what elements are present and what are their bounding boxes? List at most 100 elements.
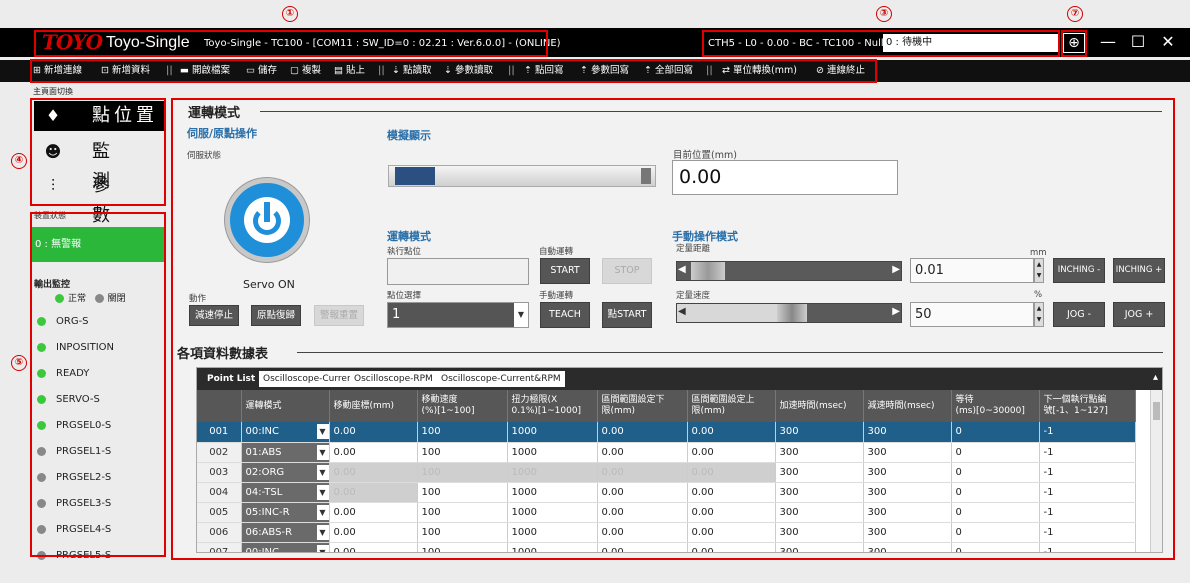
distance-slider[interactable]: ◀ ▶ — [676, 261, 902, 281]
table-cell[interactable]: -1 — [1039, 422, 1136, 443]
disconnect-button[interactable]: ⊘ 連線終止 — [816, 62, 865, 80]
column-header[interactable]: 區間範圍設定下 限(mm) — [597, 390, 688, 422]
table-row[interactable]: 006 06:ABS-R ▼ 0.00 100 1000 0.00 0.00 300 300 0 -1 — [197, 522, 1136, 543]
point-select-dropdown[interactable]: 1 ▼ — [387, 302, 529, 328]
speed-input[interactable]: 50 — [910, 302, 1034, 327]
mode-cell[interactable]: 02:ORG ▼ — [241, 462, 330, 483]
table-row[interactable]: 007 00:INC ▼ 0.00 100 1000 0.00 0.00 300 300 0 -1 — [197, 542, 1136, 552]
column-header[interactable]: 扭力極限(X 0.1%)[1~1000] — [507, 390, 598, 422]
table-cell[interactable]: 0 — [951, 422, 1040, 443]
table-cell[interactable]: 300 — [863, 462, 952, 483]
table-cell[interactable]: 300 — [775, 522, 864, 543]
table-cell[interactable]: 0.00 — [597, 522, 688, 543]
slider-thumb[interactable] — [777, 304, 807, 322]
nav-item-point-position[interactable]: ♦ 點位置 — [34, 101, 164, 131]
table-cell[interactable]: 300 — [775, 502, 864, 523]
table-cell[interactable]: 0.00 — [687, 482, 776, 503]
table-cell[interactable]: 1000 — [507, 482, 598, 503]
column-header[interactable]: 等待 (ms)[0~30000] — [951, 390, 1040, 422]
home-return-button[interactable]: 原點復歸 — [251, 305, 301, 326]
point-start-button[interactable]: 點START — [602, 302, 652, 328]
mode-cell[interactable]: 00:INC ▼ — [241, 542, 330, 552]
save-button[interactable]: ▭ 儲存 — [246, 62, 277, 80]
inching-minus-button[interactable]: INCHING - — [1053, 258, 1105, 283]
nav-item-parameters[interactable]: ⫶ 參數 — [34, 171, 164, 226]
stop-button[interactable]: STOP — [602, 258, 652, 284]
table-cell[interactable]: 300 — [863, 522, 952, 543]
table-cell[interactable]: 0.00 — [687, 522, 776, 543]
table-cell[interactable]: 100 — [417, 542, 508, 552]
table-cell[interactable]: 0.00 — [597, 422, 688, 443]
jog-plus-button[interactable]: JOG + — [1113, 302, 1165, 327]
new-data-button[interactable]: ⊡ 新增資料 — [101, 62, 150, 80]
mode-cell[interactable]: 04:-TSL ▼ — [241, 482, 330, 503]
inching-plus-button[interactable]: INCHING + — [1113, 258, 1165, 283]
teach-button[interactable]: TEACH — [540, 302, 590, 328]
table-cell[interactable]: 0 — [951, 502, 1040, 523]
collapse-icon[interactable]: ▴ — [1153, 372, 1158, 383]
table-cell[interactable]: 0.00 — [329, 522, 418, 543]
table-cell[interactable]: 1000 — [507, 502, 598, 523]
tab-oscilloscope-rpm[interactable]: Oscilloscope-RPM — [350, 371, 437, 387]
table-cell[interactable]: 0.00 — [687, 542, 776, 552]
table-cell[interactable]: 1000 — [507, 442, 598, 463]
copy-button[interactable]: ▢ 複製 — [290, 62, 321, 80]
param-read-button[interactable]: ⇣ 參數讀取 — [444, 62, 493, 80]
column-header[interactable]: 加速時間(msec) — [775, 390, 864, 422]
unit-convert-button[interactable]: ⇄ 單位轉換(mm) — [722, 62, 797, 80]
table-cell[interactable]: 0 — [951, 482, 1040, 503]
chevron-down-icon[interactable]: ▼ — [316, 524, 328, 540]
table-cell[interactable]: 0.00 — [687, 502, 776, 523]
table-cell[interactable]: 100 — [417, 462, 508, 483]
table-cell[interactable]: 0 — [951, 522, 1040, 543]
paste-button[interactable]: ▤ 貼上 — [334, 62, 365, 80]
chevron-down-icon[interactable]: ▼ — [316, 544, 328, 552]
table-row[interactable]: 002 01:ABS ▼ 0.00 100 1000 0.00 0.00 300 300 0 -1 — [197, 442, 1136, 463]
chevron-down-icon[interactable]: ▼ — [316, 444, 328, 460]
table-cell[interactable]: 0.00 — [329, 502, 418, 523]
table-cell[interactable]: 300 — [863, 542, 952, 552]
table-cell[interactable]: 0.00 — [597, 482, 688, 503]
chevron-down-icon[interactable]: ▼ — [316, 424, 328, 439]
point-write-button[interactable]: ⇡ 點回寫 — [524, 62, 564, 80]
table-cell[interactable]: 0 — [951, 442, 1040, 463]
column-header[interactable]: 移動速度 (%)[1~100] — [417, 390, 508, 422]
table-cell[interactable]: 0.00 — [329, 462, 418, 483]
table-cell[interactable]: 100 — [417, 522, 508, 543]
table-cell[interactable]: 0 — [951, 542, 1040, 552]
table-cell[interactable]: 1000 — [507, 522, 598, 543]
table-cell[interactable]: 300 — [863, 442, 952, 463]
table-cell[interactable]: 100 — [417, 422, 508, 443]
table-cell[interactable]: 0.00 — [597, 462, 688, 483]
chevron-down-icon[interactable]: ▼ — [316, 504, 328, 520]
table-cell[interactable]: 300 — [775, 422, 864, 443]
chevron-down-icon[interactable]: ▼ — [316, 464, 328, 480]
speed-spinner[interactable]: ▲ ▼ — [1034, 302, 1044, 327]
globe-icon[interactable]: ⊕ — [1063, 33, 1085, 53]
scroll-thumb[interactable] — [1153, 402, 1160, 420]
close-button[interactable]: ✕ — [1154, 32, 1182, 54]
table-cell[interactable]: -1 — [1039, 502, 1136, 523]
start-button[interactable]: START — [540, 258, 590, 284]
table-cell[interactable]: 300 — [863, 502, 952, 523]
maximize-button[interactable]: ☐ — [1124, 32, 1152, 54]
table-cell[interactable]: 0.00 — [597, 502, 688, 523]
table-cell[interactable]: 300 — [863, 482, 952, 503]
table-cell[interactable]: -1 — [1039, 522, 1136, 543]
table-cell[interactable]: 0.00 — [329, 442, 418, 463]
table-row[interactable]: 001 00:INC ▼ 0.00 100 1000 0.00 0.00 300 300 0 -1 — [197, 422, 1136, 443]
vertical-scrollbar[interactable] — [1150, 390, 1162, 552]
chevron-down-icon[interactable]: ▼ — [316, 484, 328, 500]
mode-cell[interactable]: 01:ABS ▼ — [241, 442, 330, 463]
tab-point-list[interactable]: Point List — [203, 371, 260, 387]
point-read-button[interactable]: ⇣ 點讀取 — [392, 62, 432, 80]
distance-input[interactable]: 0.01 — [910, 258, 1034, 283]
table-cell[interactable]: 300 — [863, 422, 952, 443]
mode-cell[interactable]: 06:ABS-R ▼ — [241, 522, 330, 543]
table-cell[interactable]: 0.00 — [687, 462, 776, 483]
write-all-button[interactable]: ⇡ 全部回寫 — [644, 62, 693, 80]
table-cell[interactable]: 0.00 — [329, 482, 418, 503]
table-cell[interactable]: -1 — [1039, 482, 1136, 503]
new-connection-button[interactable]: ⊞ 新增連線 — [33, 62, 82, 80]
jog-minus-button[interactable]: JOG - — [1053, 302, 1105, 327]
